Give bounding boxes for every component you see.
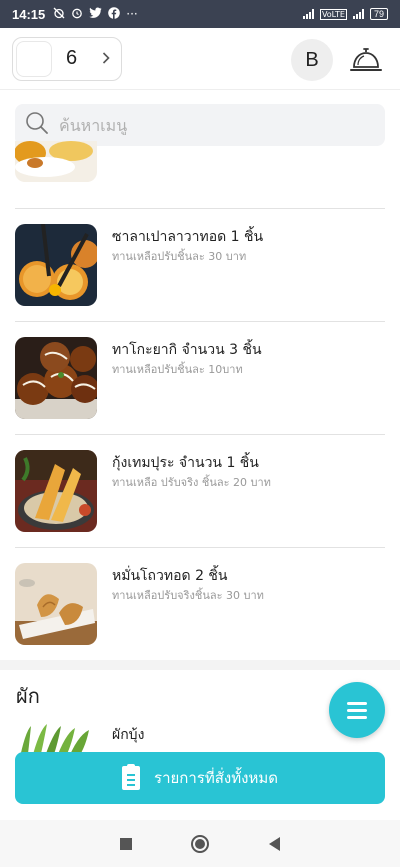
status-time: 14:15 [12,6,46,22]
back-icon[interactable] [269,836,281,851]
recents-icon[interactable] [119,837,132,850]
hamburger-icon [347,701,367,719]
view-all-orders-button[interactable]: รายการที่สั่งทั้งหมด [15,752,385,804]
divider [15,547,385,548]
menu-item-note: ทานเหลือ ปรับจริง ชิ้นละ 20 บาท [112,476,271,489]
menu-item-image [15,563,97,645]
table-number: 6 [66,47,78,69]
avatar[interactable]: B [291,39,333,81]
list-item[interactable]: หมั่นโถวทอด 2 ชิ้น ทานเหลือปรับจริงชิ้นล… [0,561,400,674]
system-nav-bar [0,820,400,867]
facebook-icon [108,6,121,22]
section-divider [0,660,400,670]
service-bell-icon[interactable] [348,42,384,76]
menu-fab-button[interactable] [329,682,385,738]
signal-icon [302,9,314,19]
app-header: 6 B [0,28,400,90]
menu-item-name: กุ้งเทมปุระ จำนวน 1 ชิ้น [112,455,259,471]
menu-item-image [15,337,97,419]
chevron-right-icon [102,49,110,68]
list-item[interactable]: ทาโกะยากิ จำนวน 3 ชิ้น ทานเหลือปรับชิ้นล… [0,335,400,448]
signal-icon-2 [352,9,364,19]
view-all-orders-label: รายการที่สั่งทั้งหมด [154,769,278,787]
menu-item-image [15,224,97,306]
twitter-icon [89,7,102,21]
section-title: ผัก [16,684,40,708]
clipboard-icon [122,764,141,790]
menu-item-name: หมั่นโถวทอด 2 ชิ้น [112,568,228,584]
alarm-off-icon [53,7,65,22]
menu-item-note: ทานเหลือปรับชิ้นละ 10บาท [112,363,243,376]
alarm-icon [71,7,83,22]
menu-item-name: ซาลาเปาลาวาทอด 1 ชิ้น [112,229,264,245]
menu-item-image [15,141,97,182]
more-dots-icon: ··· [126,7,138,21]
divider [15,434,385,435]
volte-badge: VoLTE [319,8,347,20]
divider [15,208,385,209]
list-item[interactable]: กุ้งเทมปุระ จำนวน 1 ชิ้น ทานเหลือ ปรับจร… [0,448,400,561]
home-icon[interactable] [191,834,210,853]
menu-item-note: ทานเหลือปรับจริงชิ้นละ 30 บาท [112,589,264,602]
menu-item-note: ทานเหลือปรับชิ้นละ 30 บาท [112,250,247,263]
menu-item-image [15,450,97,532]
menu-item-name: ทาโกะยากิ จำนวน 3 ชิ้น [112,342,262,358]
list-item[interactable]: ซาลาเปาลาวาทอด 1 ชิ้น ทานเหลือปรับชิ้นละ… [0,222,400,335]
menu-item-name: ผักบุ้ง [112,727,145,743]
table-selector[interactable]: 6 [12,36,122,81]
status-system-icons: VoLTE 79 [302,8,388,20]
divider [15,321,385,322]
status-bar: 14:15 ··· VoLTE 79 [0,0,400,28]
table-logo-placeholder [16,40,52,77]
battery-icon: 79 [369,8,388,20]
status-notification-icons: ··· [53,6,138,22]
